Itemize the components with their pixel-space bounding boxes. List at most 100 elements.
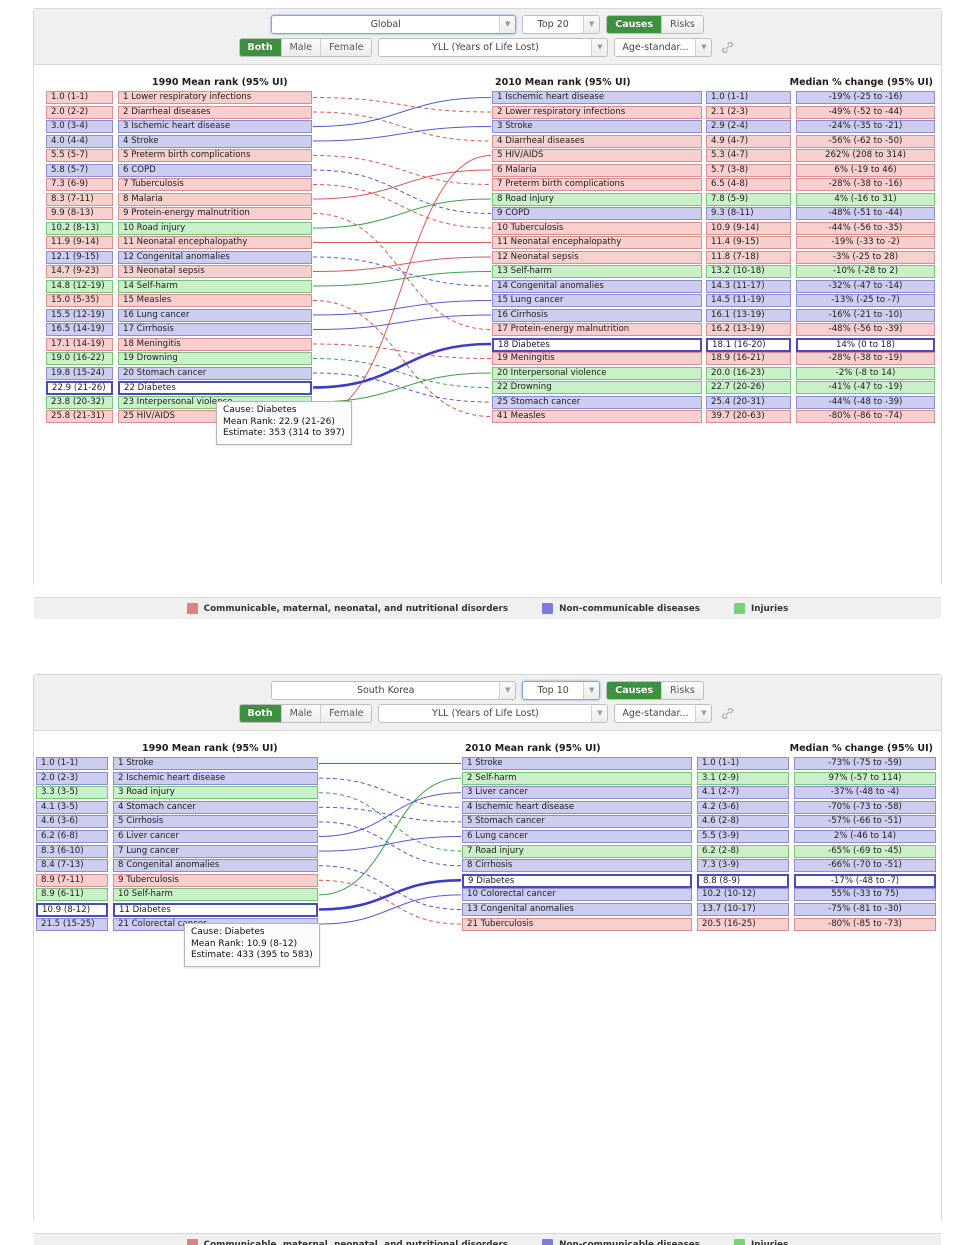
cause-label-2010[interactable]: 7 Road injury (462, 844, 692, 858)
rank-2010-cell[interactable]: 10.2 (10-12) (697, 888, 789, 902)
rank-2010-cell[interactable]: 4.9 (4-7) (706, 134, 791, 148)
cause-label-1990[interactable]: 19 Drowning (118, 352, 312, 365)
cause-label-2010[interactable]: 4 Diarrheal diseases (492, 134, 702, 148)
cause-label-2010[interactable]: 25 Stomach cancer (492, 395, 702, 409)
rank-1990-cell[interactable]: 10.9 (8-12) (36, 903, 108, 917)
cause-label-2010[interactable]: 22 Drowning (492, 381, 702, 394)
cause-label-1990[interactable]: 22 Diabetes (118, 381, 312, 395)
rank-2010-cell[interactable]: 2.9 (2-4) (706, 120, 791, 133)
cause-label-1990[interactable]: 1 Lower respiratory infections (118, 91, 312, 104)
median-pct-change-cell[interactable]: -75% (-81 to -30) (794, 903, 936, 916)
rank-1990-cell[interactable]: 11.9 (9-14) (46, 236, 113, 249)
cause-label-1990[interactable]: 2 Diarrheal diseases (118, 105, 312, 119)
rank-2010-cell[interactable]: 18.1 (16-20) (706, 337, 791, 352)
rank-1990-cell[interactable]: 14.7 (9-23) (46, 265, 113, 278)
sex-male-button[interactable]: Male (281, 705, 322, 722)
median-pct-change-cell[interactable]: 4% (-16 to 31) (796, 192, 935, 206)
cause-label-1990[interactable]: 3 Road injury (113, 786, 318, 800)
cause-label-1990[interactable]: 7 Tuberculosis (118, 178, 312, 191)
causes-button[interactable]: Causes (607, 16, 663, 33)
cause-label-2010[interactable]: 8 Road injury (492, 192, 702, 206)
cause-label-1990[interactable]: 9 Tuberculosis (113, 873, 318, 887)
median-pct-change-cell[interactable]: -48% (-51 to -44) (796, 207, 935, 220)
age-select[interactable]: Age-standar... ▼ (614, 38, 713, 57)
rank-1990-cell[interactable]: 16.5 (14-19) (46, 323, 113, 336)
cause-label-2010[interactable]: 9 COPD (492, 207, 702, 220)
cause-label-2010[interactable]: 10 Colorectal cancer (462, 888, 692, 902)
rank-1990-cell[interactable]: 2.0 (2-2) (46, 105, 113, 119)
cause-label-1990[interactable]: 5 Preterm birth complications (118, 149, 312, 162)
rank-2010-cell[interactable]: 18.9 (16-21) (706, 352, 791, 365)
cause-label-2010[interactable]: 3 Liver cancer (462, 786, 692, 800)
rank-2010-cell[interactable]: 7.8 (5-9) (706, 192, 791, 206)
median-pct-change-cell[interactable]: 2% (-46 to 14) (794, 830, 936, 843)
rank-2010-cell[interactable]: 20.0 (16-23) (706, 366, 791, 380)
rank-1990-cell[interactable]: 23.8 (20-32) (46, 395, 113, 409)
rank-2010-cell[interactable]: 5.7 (3-8) (706, 163, 791, 177)
rank-2010-cell[interactable]: 14.3 (11-17) (706, 279, 791, 293)
cause-label-2010[interactable]: 21 Tuberculosis (462, 917, 692, 931)
cause-label-1990[interactable]: 20 Stomach cancer (118, 366, 312, 380)
rank-1990-cell[interactable]: 25.8 (21-31) (46, 410, 113, 423)
rank-1990-cell[interactable]: 22.9 (21-26) (46, 381, 113, 395)
cause-label-1990[interactable]: 14 Self-harm (118, 279, 312, 293)
cause-label-2010[interactable]: 11 Neonatal encephalopathy (492, 236, 702, 249)
median-pct-change-cell[interactable]: 55% (-33 to 75) (794, 888, 936, 902)
cause-label-2010[interactable]: 12 Neonatal sepsis (492, 250, 702, 264)
median-pct-change-cell[interactable]: -17% (-48 to -7) (794, 873, 936, 888)
rank-1990-cell[interactable]: 19.8 (15-24) (46, 366, 113, 380)
rank-1990-cell[interactable]: 15.5 (12-19) (46, 308, 113, 322)
cause-label-1990[interactable]: 8 Malaria (118, 192, 312, 206)
rank-2010-cell[interactable]: 2.1 (2-3) (706, 105, 791, 119)
rank-1990-cell[interactable]: 19.0 (16-22) (46, 352, 113, 365)
rank-1990-cell[interactable]: 12.1 (9-15) (46, 250, 113, 264)
rank-1990-cell[interactable]: 4.0 (4-4) (46, 134, 113, 148)
median-pct-change-cell[interactable]: -13% (-25 to -7) (796, 294, 935, 307)
risks-button[interactable]: Risks (662, 16, 703, 33)
rank-2010-cell[interactable]: 3.1 (2-9) (697, 771, 789, 785)
sex-both-button[interactable]: Both (239, 39, 282, 56)
cause-label-1990[interactable]: 11 Diabetes (113, 903, 318, 917)
rank-2010-cell[interactable]: 8.8 (8-9) (697, 873, 789, 888)
cause-label-2010[interactable]: 17 Protein-energy malnutrition (492, 323, 702, 336)
cause-label-2010[interactable]: 2 Lower respiratory infections (492, 105, 702, 119)
rank-2010-cell[interactable]: 6.2 (2-8) (697, 844, 789, 858)
cause-label-1990[interactable]: 1 Stroke (113, 757, 318, 770)
causes-risks-toggle[interactable]: Causes Risks (606, 15, 704, 34)
cause-label-2010[interactable]: 6 Malaria (492, 163, 702, 177)
cause-label-1990[interactable]: 12 Congenital anomalies (118, 250, 312, 264)
median-pct-change-cell[interactable]: -70% (-73 to -58) (794, 800, 936, 814)
cause-label-2010[interactable]: 15 Lung cancer (492, 294, 702, 307)
rank-1990-cell[interactable]: 8.9 (6-11) (36, 888, 108, 902)
cause-label-2010[interactable]: 2 Self-harm (462, 771, 692, 785)
rank-1990-cell[interactable]: 4.6 (3-6) (36, 815, 108, 829)
median-pct-change-cell[interactable]: -24% (-35 to -21) (796, 120, 935, 133)
sex-both-button[interactable]: Both (239, 705, 282, 722)
rank-1990-cell[interactable]: 8.3 (6-10) (36, 844, 108, 858)
cause-label-1990[interactable]: 10 Road injury (118, 221, 312, 235)
median-pct-change-cell[interactable]: -16% (-21 to -10) (796, 308, 935, 322)
risks-button[interactable]: Risks (662, 682, 703, 699)
rank-2010-cell[interactable]: 20.5 (16-25) (697, 917, 789, 931)
cause-label-2010[interactable]: 41 Measles (492, 410, 702, 423)
rank-2010-cell[interactable]: 22.7 (20-26) (706, 381, 791, 394)
median-pct-change-cell[interactable]: -48% (-56 to -39) (796, 323, 935, 336)
median-pct-change-cell[interactable]: -80% (-85 to -73) (794, 917, 936, 931)
cause-label-1990[interactable]: 10 Self-harm (113, 888, 318, 902)
rank-1990-cell[interactable]: 3.0 (3-4) (46, 120, 113, 133)
cause-label-1990[interactable]: 8 Congenital anomalies (113, 859, 318, 873)
rank-2010-cell[interactable]: 13.2 (10-18) (706, 265, 791, 278)
cause-label-2010[interactable]: 10 Tuberculosis (492, 221, 702, 235)
cause-label-2010[interactable]: 1 Stroke (462, 757, 692, 770)
top-n-select[interactable]: Top 10 ▼ (522, 681, 601, 700)
link-icon[interactable] (718, 705, 736, 723)
median-pct-change-cell[interactable]: -49% (-52 to -44) (796, 105, 935, 119)
cause-label-2010[interactable]: 9 Diabetes (462, 873, 692, 888)
cause-label-1990[interactable]: 17 Cirrhosis (118, 323, 312, 336)
cause-label-1990[interactable]: 6 COPD (118, 163, 312, 177)
rank-1990-cell[interactable]: 2.0 (2-3) (36, 771, 108, 785)
rank-1990-cell[interactable]: 8.4 (7-13) (36, 859, 108, 873)
cause-label-2010[interactable]: 18 Diabetes (492, 337, 702, 352)
location-select[interactable]: South Korea ▼ (271, 681, 517, 700)
cause-label-2010[interactable]: 5 HIV/AIDS (492, 149, 702, 162)
